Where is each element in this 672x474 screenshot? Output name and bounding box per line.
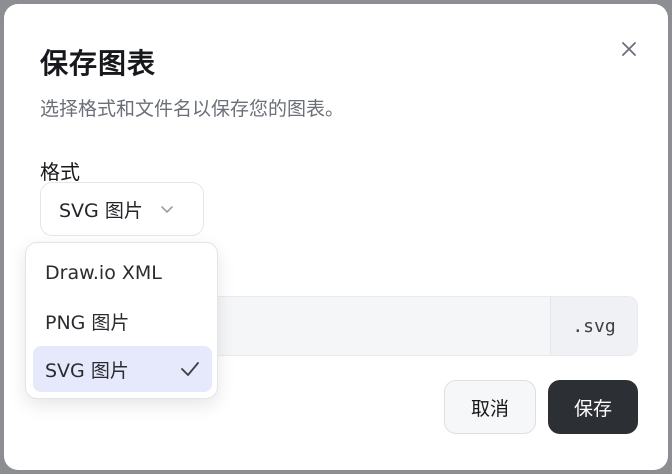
close-icon <box>622 42 636 56</box>
cancel-button[interactable]: 取消 <box>444 380 536 434</box>
format-option-svg[interactable]: SVG 图片 <box>33 346 212 392</box>
format-select[interactable]: SVG 图片 <box>40 182 204 236</box>
format-option-label: PNG 图片 <box>45 311 130 334</box>
format-select-value: SVG 图片 <box>59 199 143 222</box>
check-icon <box>181 362 199 376</box>
file-extension-suffix: .svg <box>550 297 637 355</box>
format-option-drawio[interactable]: Draw.io XML <box>33 250 212 296</box>
dialog-title: 保存图表 <box>40 47 157 80</box>
chevron-down-icon <box>161 206 173 213</box>
format-option-label: Draw.io XML <box>45 262 162 284</box>
format-dropdown-menu: Draw.io XML PNG 图片 SVG 图片 <box>25 242 218 399</box>
format-option-png[interactable]: PNG 图片 <box>33 298 212 344</box>
dialog-description: 选择格式和文件名以保存您的图表。 <box>40 98 345 120</box>
close-button[interactable] <box>616 36 642 62</box>
save-button[interactable]: 保存 <box>548 380 638 434</box>
save-chart-dialog: 保存图表 选择格式和文件名以保存您的图表。 格式 SVG 图片 .svg 取消 … <box>4 4 668 470</box>
format-option-label: SVG 图片 <box>45 359 129 382</box>
format-label: 格式 <box>40 160 80 184</box>
